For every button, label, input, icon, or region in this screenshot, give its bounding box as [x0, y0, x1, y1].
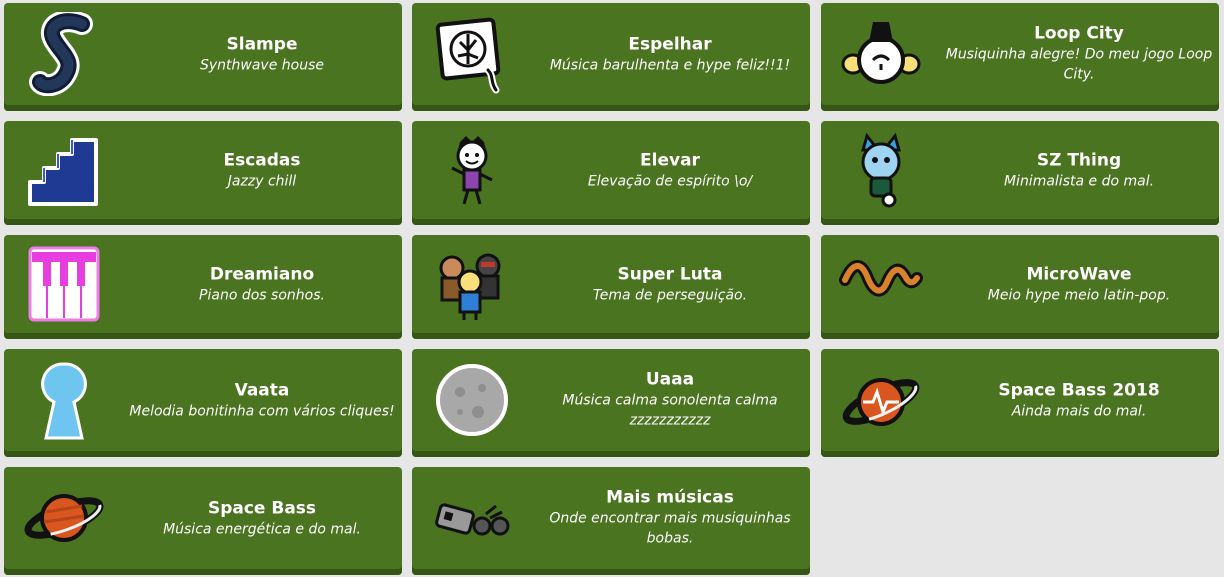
card-title: Uaaa	[645, 369, 695, 390]
piano-keys-icon	[22, 242, 106, 326]
card-subtitle: Ainda mais do mal.	[1011, 403, 1147, 420]
card-title: Mais músicas	[606, 487, 734, 508]
music-card-espelhar[interactable]: Espelhar Música barulhenta e hype feliz!…	[412, 3, 810, 111]
card-subtitle: Melodia bonitinha com vários cliques!	[129, 403, 395, 420]
music-card-uaaa[interactable]: Uaaa Música calma sonolenta calma zzzzzz…	[412, 349, 810, 457]
card-subtitle: Minimalista e do mal.	[1003, 173, 1155, 190]
card-title: Space Bass	[207, 498, 317, 519]
card-title: Vaata	[234, 380, 290, 401]
music-card-microwave[interactable]: MicroWave Meio hype meio latin-pop.	[821, 235, 1219, 339]
music-grid: Slampe Synthwave house Espelhar Música b…	[0, 0, 1224, 577]
keyhole-icon	[22, 358, 106, 442]
moon-icon	[430, 358, 514, 442]
card-subtitle: Elevação de espírito \o/	[587, 173, 753, 190]
music-card-dreamiano[interactable]: Dreamiano Piano dos sonhos.	[4, 235, 402, 339]
ringed-planet-heartbeat-icon	[839, 358, 923, 442]
music-card-space-bass[interactable]: Space Bass Música energética e do mal.	[4, 467, 402, 575]
music-card-space-bass-2018[interactable]: Space Bass 2018 Ainda mais do mal.	[821, 349, 1219, 457]
stairs-icon	[22, 128, 106, 212]
fighters-group-icon	[430, 242, 514, 326]
card-subtitle: Música calma sonolenta calma zzzzzzzzzzz	[562, 392, 778, 429]
card-title: Slampe	[226, 34, 298, 55]
card-subtitle: Meio hype meio latin-pop.	[987, 287, 1171, 304]
card-subtitle: Onde encontrar mais musiquinhas bobas.	[549, 510, 791, 547]
card-title: Dreamiano	[209, 264, 315, 285]
music-card-loop-city[interactable]: Loop City Musiquinha alegre! Do meu jogo…	[821, 3, 1219, 111]
card-subtitle: Música barulhenta e hype feliz!!1!	[549, 57, 791, 74]
music-card-slampe[interactable]: Slampe Synthwave house	[4, 3, 402, 111]
music-card-elevar[interactable]: Elevar Elevação de espírito \o/	[412, 121, 810, 225]
serpent-s-icon	[22, 12, 106, 96]
music-card-escadas[interactable]: Escadas Jazzy chill	[4, 121, 402, 225]
card-title: Espelhar	[628, 34, 712, 55]
card-title: SZ Thing	[1036, 150, 1122, 171]
card-subtitle: Musiquinha alegre! Do meu jogo Loop City…	[945, 46, 1213, 83]
card-subtitle: Música energética e do mal.	[163, 521, 361, 538]
mirror-doodle-icon	[430, 12, 514, 96]
card-subtitle: Jazzy chill	[227, 173, 297, 190]
card-title: Loop City	[1034, 23, 1124, 44]
card-subtitle: Synthwave house	[199, 57, 324, 74]
card-title: Escadas	[223, 150, 301, 171]
card-title: MicroWave	[1026, 264, 1132, 285]
music-card-vaata[interactable]: Vaata Melodia bonitinha com vários cliqu…	[4, 349, 402, 457]
card-subtitle: Piano dos sonhos.	[199, 287, 325, 304]
card-title: Super Luta	[617, 264, 723, 285]
music-card-super-luta[interactable]: Super Luta Tema de perseguição.	[412, 235, 810, 339]
cheering-kid-icon	[430, 128, 514, 212]
blue-cat-character-icon	[839, 128, 923, 212]
music-gadgets-icon	[430, 476, 514, 560]
loop-city-character-icon	[839, 12, 923, 96]
ringed-planet-icon	[22, 476, 106, 560]
music-card-mais-musicas[interactable]: Mais músicas Onde encontrar mais musiqui…	[412, 467, 810, 575]
music-card-sz-thing[interactable]: SZ Thing Minimalista e do mal.	[821, 121, 1219, 225]
card-title: Elevar	[640, 150, 700, 171]
wave-snake-icon	[839, 242, 923, 326]
card-subtitle: Tema de perseguição.	[592, 287, 748, 304]
card-title: Space Bass 2018	[998, 380, 1160, 401]
